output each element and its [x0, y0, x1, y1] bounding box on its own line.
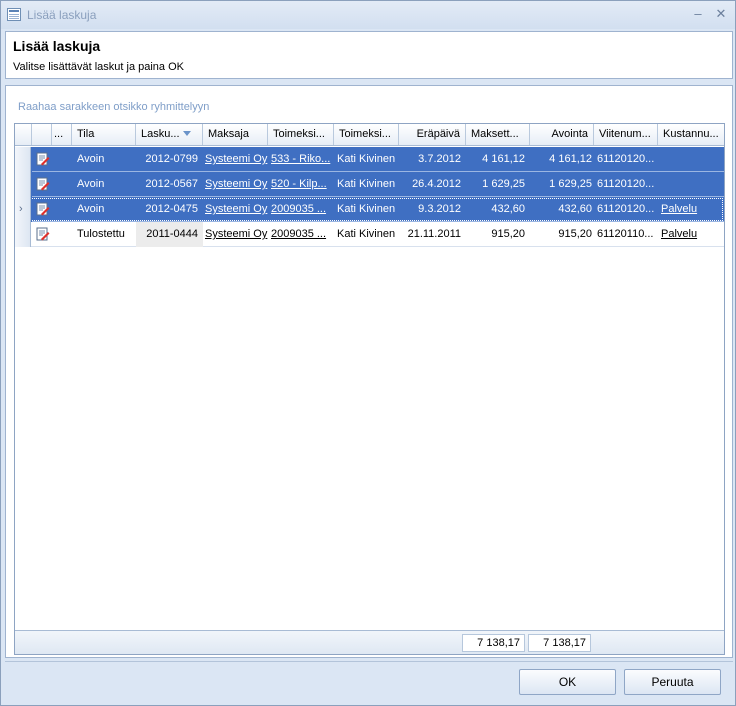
row-indicator[interactable] — [15, 147, 31, 172]
cell-kustannus-link[interactable] — [658, 172, 724, 197]
cell-avointa: 432,60 — [558, 203, 592, 215]
cell-maksaja-link[interactable]: Systeemi Oy — [203, 222, 268, 247]
invoice-edit-icon — [36, 152, 50, 166]
cell-erapaiva: 26.4.2012 — [412, 178, 461, 190]
cell-toimeksianto-link[interactable]: 2009035 ... — [268, 197, 334, 222]
cell-avointa: 4 161,12 — [549, 153, 592, 165]
cell-lasku: 2012-0799 — [145, 153, 198, 165]
cell-viitenumero: 61120120... — [597, 153, 655, 165]
cell-tila: Avoin — [77, 203, 105, 215]
header-lasku[interactable]: Lasku... — [136, 124, 203, 145]
group-by-hint: Raahaa sarakkeen otsikko ryhmittelyyn — [18, 101, 210, 113]
invoice-edit-icon — [36, 177, 50, 191]
content-panel: Raahaa sarakkeen otsikko ryhmittelyyn ..… — [5, 85, 733, 658]
invoice-edit-icon — [36, 227, 50, 241]
window-title: Lisää laskuja — [27, 8, 97, 22]
header-col-menu[interactable]: ... — [52, 124, 72, 145]
header-kustannus[interactable]: Kustannu... — [658, 124, 724, 145]
table-row[interactable]: Tulostettu 2011-0444 Systeemi Oy 2009035… — [15, 222, 724, 247]
total-avointa: 7 138,17 — [528, 634, 591, 652]
cell-kustannus-link[interactable] — [658, 147, 724, 172]
header-avointa[interactable]: Avointa — [530, 124, 594, 145]
ok-button[interactable]: OK — [519, 669, 616, 695]
header-indicator — [15, 124, 32, 145]
invoice-edit-icon — [36, 202, 50, 216]
cell-tila: Tulostettu — [77, 228, 125, 240]
cell-avointa: 915,20 — [558, 228, 592, 240]
cell-viitenumero: 61120120... — [597, 178, 655, 190]
dialog-header: Lisää laskuja Valitse lisättävät laskut … — [5, 31, 733, 79]
current-row-arrow-icon: › — [19, 203, 23, 215]
cell-viitenumero: 61120120... — [597, 203, 655, 215]
cell-viitenumero: 61120110... — [597, 228, 654, 240]
cell-lasku: 2012-0567 — [145, 178, 198, 190]
header-erapaiva[interactable]: Eräpäivä — [399, 124, 466, 145]
header-icon-col — [32, 124, 52, 145]
cancel-button[interactable]: Peruuta — [624, 669, 721, 695]
cell-maksettava: 1 629,25 — [482, 178, 525, 190]
title-bar[interactable]: Lisää laskuja – ✕ — [1, 1, 735, 29]
cell-toimeksisaaja: Kati Kivinen — [337, 153, 396, 165]
header-toimeksisaaja[interactable]: Toimeksi... — [334, 124, 399, 145]
header-tila[interactable]: Tila — [72, 124, 136, 145]
total-maksettava: 7 138,17 — [462, 634, 525, 652]
grid-summary-footer: 7 138,17 7 138,17 — [15, 630, 724, 654]
cell-tila: Avoin — [77, 178, 105, 190]
cell-maksaja-link[interactable]: Systeemi Oy — [203, 197, 268, 222]
row-indicator[interactable] — [15, 172, 31, 197]
cell-maksaja-link[interactable]: Systeemi Oy — [203, 172, 268, 197]
cell-avointa: 1 629,25 — [549, 178, 592, 190]
close-button[interactable]: ✕ — [712, 6, 730, 22]
table-row[interactable]: Avoin 2012-0567 Systeemi Oy 520 - Kilp..… — [15, 172, 724, 197]
cell-toimeksisaaja: Kati Kivinen — [337, 178, 396, 190]
cell-toimeksianto-link[interactable]: 533 - Riko... — [268, 147, 334, 172]
row-indicator[interactable]: › — [15, 197, 31, 222]
invoice-grid: ... Tila Lasku... Maksaja Toimeksi... To… — [14, 123, 725, 655]
cell-toimeksianto-link[interactable]: 2009035 ... — [268, 222, 334, 247]
footer-divider — [5, 661, 733, 662]
cell-lasku: 2012-0475 — [145, 203, 198, 215]
header-lasku-label: Lasku... — [141, 128, 180, 140]
dialog-subtitle: Valitse lisättävät laskut ja paina OK — [13, 61, 184, 73]
header-maksettava[interactable]: Maksett... — [466, 124, 530, 145]
cell-erapaiva: 9.3.2012 — [418, 203, 461, 215]
header-maksaja[interactable]: Maksaja — [203, 124, 268, 145]
header-toimeksianto[interactable]: Toimeksi... — [268, 124, 334, 145]
cell-maksettava: 432,60 — [491, 203, 525, 215]
cell-kustannus-link[interactable]: Palvelu — [658, 222, 724, 247]
sort-descending-icon — [182, 131, 191, 136]
cell-toimeksianto-link[interactable]: 520 - Kilp... — [268, 172, 334, 197]
cell-kustannus-link[interactable]: Palvelu — [658, 197, 724, 222]
cell-lasku: 2011-0444 — [136, 222, 203, 247]
cell-erapaiva: 21.11.2011 — [407, 228, 461, 240]
cell-erapaiva: 3.7.2012 — [418, 153, 461, 165]
cell-toimeksisaaja: Kati Kivinen — [337, 203, 396, 215]
row-indicator[interactable] — [15, 222, 31, 247]
cell-maksaja-link[interactable]: Systeemi Oy — [203, 147, 268, 172]
header-viitenumero[interactable]: Viitenum... — [594, 124, 658, 145]
cell-toimeksisaaja: Kati Kivinen — [337, 228, 396, 240]
cell-tila: Avoin — [77, 153, 105, 165]
cell-maksettava: 915,20 — [491, 228, 525, 240]
grid-header: ... Tila Lasku... Maksaja Toimeksi... To… — [15, 124, 724, 146]
minimize-button[interactable]: – — [689, 6, 707, 22]
window-icon — [7, 8, 21, 21]
add-invoices-dialog: Lisää laskuja – ✕ Lisää laskuja Valitse … — [0, 0, 736, 706]
cell-maksettava: 4 161,12 — [482, 153, 525, 165]
table-row[interactable]: › Avoin 2012-0475 Systeemi Oy 2009035 ..… — [15, 197, 724, 222]
dialog-title: Lisää laskuja — [13, 38, 101, 54]
table-row[interactable]: Avoin 2012-0799 Systeemi Oy 533 - Riko..… — [15, 147, 724, 172]
